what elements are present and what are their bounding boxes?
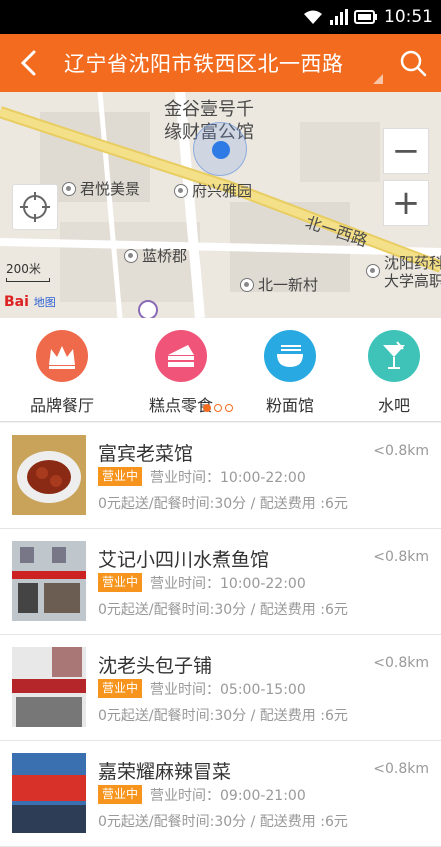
restaurant-row[interactable]: 富宾老菜馆 <0.8km 营业中 营业时间：10:00-22:00 0元起送/配… <box>0 423 441 529</box>
restaurant-row[interactable]: 艾记小四川水煮鱼馆 <0.8km 营业中 营业时间：10:00-22:00 0元… <box>0 529 441 635</box>
poi-pin-icon <box>240 277 254 292</box>
signal-icon <box>330 9 348 25</box>
building-label-line1: 金谷壹号千 <box>164 99 254 120</box>
page-dot <box>225 404 233 412</box>
poi-label[interactable]: 蓝桥郡 <box>124 245 187 266</box>
restaurant-distance: <0.8km <box>373 655 429 671</box>
business-hours: 营业时间：10:00-22:00 <box>150 470 306 486</box>
locate-button[interactable] <box>12 184 58 230</box>
delivery-info: 0元起送/配餐时间:30分 / 配送费用 :6元 <box>98 814 348 830</box>
current-location-marker <box>193 122 247 176</box>
restaurant-name: 沈老头包子铺 <box>98 655 213 677</box>
business-hours: 营业时间：09:00-21:00 <box>150 788 306 804</box>
restaurant-list: 富宾老菜馆 <0.8km 营业中 营业时间：10:00-22:00 0元起送/配… <box>0 423 441 847</box>
crown-icon <box>36 330 88 382</box>
poi-name-line2: 大学高职 <box>384 272 441 290</box>
poi-pin-icon <box>366 264 380 278</box>
business-hours: 营业时间：05:00-15:00 <box>150 682 306 698</box>
search-icon <box>400 50 427 77</box>
poi-label[interactable]: 沈阳药科 大学高职 <box>366 254 441 290</box>
delivery-info: 0元起送/配餐时间:30分 / 配送费用 :6元 <box>98 602 348 618</box>
restaurant-thumbnail <box>12 753 86 833</box>
poi-pin-icon <box>62 181 76 196</box>
app-bar: 辽宁省沈阳市铁西区北一西路 <box>0 34 441 92</box>
restaurant-row[interactable]: 嘉荣耀麻辣冒菜 <0.8km 营业中 营业时间：09:00-21:00 0元起送… <box>0 741 441 847</box>
status-badge: 营业中 <box>98 785 143 804</box>
restaurant-distance: <0.8km <box>373 443 429 459</box>
business-hours: 营业时间：10:00-22:00 <box>150 576 306 592</box>
category-water-bar[interactable]: 水吧 <box>344 330 441 416</box>
restaurant-name: 艾记小四川水煮鱼馆 <box>98 549 270 571</box>
zoom-in-button[interactable]: + <box>383 180 429 226</box>
back-button[interactable] <box>0 34 56 92</box>
map-scale: 200米 <box>6 260 50 282</box>
cocktail-icon <box>368 330 420 382</box>
delivery-info: 0元起送/配餐时间:30分 / 配送费用 :6元 <box>98 496 348 512</box>
restaurant-name: 嘉荣耀麻辣冒菜 <box>98 761 232 783</box>
poi-label[interactable]: 君悦美景 <box>62 178 140 199</box>
map-view[interactable]: 金谷壹号千 缘财富公馆 君悦美景 府兴雅园 蓝桥郡 北一新村 沈阳药科 大学高职… <box>0 92 441 318</box>
dropdown-corner-icon <box>373 74 383 84</box>
crosshair-icon <box>20 192 50 222</box>
status-bar: 10:51 <box>0 0 441 34</box>
map-scale-label: 200米 <box>6 262 41 276</box>
cake-icon <box>155 330 207 382</box>
restaurant-row[interactable]: 沈老头包子铺 <0.8km 营业中 营业时间：05:00-15:00 0元起送/… <box>0 635 441 741</box>
status-badge: 营业中 <box>98 573 143 592</box>
poi-name: 君悦美景 <box>80 180 141 198</box>
delivery-info: 0元起送/配餐时间:30分 / 配送费用 :6元 <box>98 708 348 724</box>
poi-name: 蓝桥郡 <box>142 247 188 265</box>
page-dot-active <box>203 404 211 412</box>
page-title[interactable]: 辽宁省沈阳市铁西区北一西路 <box>56 48 385 78</box>
restaurant-thumbnail <box>12 435 86 515</box>
battery-icon <box>354 10 377 24</box>
poi-name: 沈阳药科 大学高职 <box>384 254 441 290</box>
category-bar: 品牌餐厅 糕点零食 粉面馆 水吧 <box>0 318 441 422</box>
status-badge: 营业中 <box>98 467 143 486</box>
category-label: 品牌餐厅 <box>29 396 94 415</box>
zoom-out-button[interactable]: − <box>383 128 429 174</box>
baidu-map-logo: Bai 地图 <box>4 294 56 310</box>
category-page-indicator <box>203 404 233 412</box>
poi-pin-icon <box>124 248 138 263</box>
category-label: 水吧 <box>377 396 410 415</box>
back-arrow-icon <box>20 50 36 76</box>
restaurant-thumbnail <box>12 647 86 727</box>
plus-icon: + <box>391 183 421 223</box>
page-dot <box>214 404 222 412</box>
status-badge: 营业中 <box>98 679 143 698</box>
poi-pin-icon <box>174 183 188 198</box>
search-button[interactable] <box>385 34 441 92</box>
poi-name: 府兴雅园 <box>192 182 253 200</box>
map-scale-bar <box>6 278 50 282</box>
logo-sub: 地图 <box>33 296 56 309</box>
status-time: 10:51 <box>384 7 433 27</box>
noodle-bowl-icon <box>264 330 316 382</box>
poi-name-line1: 沈阳药科 <box>384 254 441 272</box>
wifi-icon <box>304 10 322 24</box>
minus-icon: − <box>391 131 421 171</box>
poi-label[interactable]: 府兴雅园 <box>174 180 252 201</box>
poi-name: 北一新村 <box>258 276 319 294</box>
restaurant-distance: <0.8km <box>373 761 429 777</box>
poi-label[interactable]: 北一新村 <box>240 274 318 295</box>
category-label: 粉面馆 <box>265 396 314 415</box>
restaurant-thumbnail <box>12 541 86 621</box>
category-noodle-house[interactable]: 粉面馆 <box>240 330 340 416</box>
restaurant-distance: <0.8km <box>373 549 429 565</box>
category-brand-restaurant[interactable]: 品牌餐厅 <box>12 330 112 416</box>
logo-text: Bai <box>4 294 29 310</box>
restaurant-name: 富宾老菜馆 <box>98 443 194 465</box>
